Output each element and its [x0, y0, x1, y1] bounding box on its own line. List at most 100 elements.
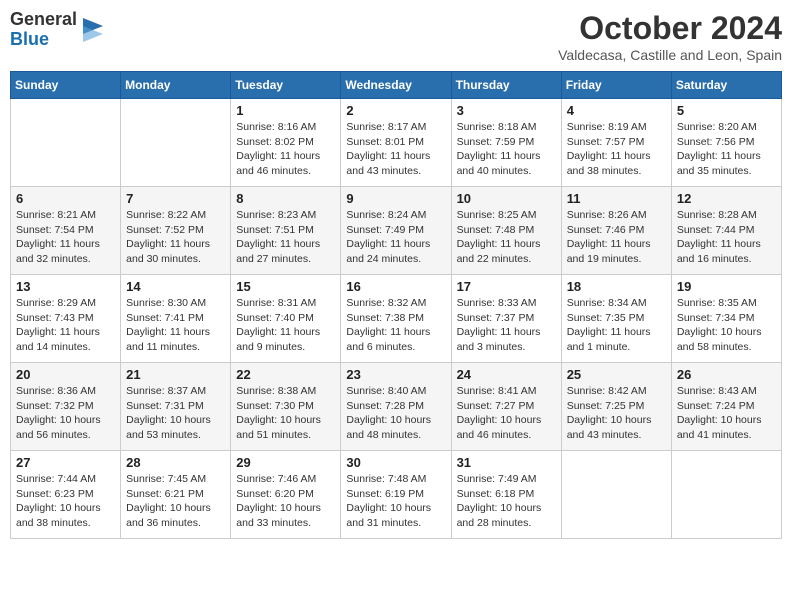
day-number: 14: [126, 279, 225, 294]
weekday-header: Monday: [121, 72, 231, 99]
page-header: General Blue October 2024 Valdecasa, Cas…: [10, 10, 782, 63]
month-title: October 2024: [558, 10, 782, 47]
day-number: 8: [236, 191, 335, 206]
calendar-cell: 16 Sunrise: 8:32 AMSunset: 7:38 PMDayligh…: [341, 275, 451, 363]
calendar-cell: 6Sunrise: 8:21 AMSunset: 7:54 PMDaylight…: [11, 187, 121, 275]
day-info: Sunrise: 8:26 AMSunset: 7:46 PMDaylight:…: [567, 208, 666, 267]
calendar-week-row: 6Sunrise: 8:21 AMSunset: 7:54 PMDaylight…: [11, 187, 782, 275]
calendar-cell: 19 Sunrise: 8:35 AMSunset: 7:34 PMDayligh…: [671, 275, 781, 363]
calendar-cell: 25Sunrise: 8:42 AMSunset: 7:25 PMDayligh…: [561, 363, 671, 451]
calendar-cell: 12 Sunrise: 8:28 AMSunset: 7:44 PMDayligh…: [671, 187, 781, 275]
calendar-cell: 24 Sunrise: 8:41 AMSunset: 7:27 PMDayligh…: [451, 363, 561, 451]
calendar-cell: 3Sunrise: 8:18 AMSunset: 7:59 PMDaylight…: [451, 99, 561, 187]
day-info: Sunrise: 8:40 AMSunset: 7:28 PMDaylight:…: [346, 384, 445, 443]
calendar-cell: 7 Sunrise: 8:22 AMSunset: 7:52 PMDaylight…: [121, 187, 231, 275]
calendar-cell: 30 Sunrise: 7:48 AMSunset: 6:19 PMDayligh…: [341, 451, 451, 539]
day-info: Sunrise: 7:49 AMSunset: 6:18 PMDaylight:…: [457, 472, 556, 531]
day-info: Sunrise: 7:48 AMSunset: 6:19 PMDaylight:…: [346, 472, 445, 531]
calendar-week-row: 20Sunrise: 8:36 AMSunset: 7:32 PMDayligh…: [11, 363, 782, 451]
calendar-cell: 15Sunrise: 8:31 AMSunset: 7:40 PMDayligh…: [231, 275, 341, 363]
day-info: Sunrise: 7:45 AMSunset: 6:21 PMDaylight:…: [126, 472, 225, 531]
calendar-cell: 5Sunrise: 8:20 AMSunset: 7:56 PMDaylight…: [671, 99, 781, 187]
day-info: Sunrise: 8:32 AMSunset: 7:38 PMDaylight:…: [346, 296, 445, 355]
day-info: Sunrise: 8:18 AMSunset: 7:59 PMDaylight:…: [457, 120, 556, 179]
day-number: 2: [346, 103, 445, 118]
day-info: Sunrise: 8:29 AMSunset: 7:43 PMDaylight:…: [16, 296, 115, 355]
weekday-header: Saturday: [671, 72, 781, 99]
day-info: Sunrise: 8:35 AMSunset: 7:34 PMDaylight:…: [677, 296, 776, 355]
day-number: 9: [346, 191, 445, 206]
day-info: Sunrise: 8:24 AMSunset: 7:49 PMDaylight:…: [346, 208, 445, 267]
day-number: 27: [16, 455, 115, 470]
title-area: October 2024 Valdecasa, Castille and Leo…: [558, 10, 782, 63]
calendar-cell: [11, 99, 121, 187]
calendar-week-row: 1 Sunrise: 8:16 AMSunset: 8:02 PMDaylight…: [11, 99, 782, 187]
day-info: Sunrise: 8:20 AMSunset: 7:56 PMDaylight:…: [677, 120, 776, 179]
day-info: Sunrise: 8:17 AMSunset: 8:01 PMDaylight:…: [346, 120, 445, 179]
calendar-cell: 17 Sunrise: 8:33 AMSunset: 7:37 PMDayligh…: [451, 275, 561, 363]
day-number: 16: [346, 279, 445, 294]
calendar-cell: 21Sunrise: 8:37 AMSunset: 7:31 PMDayligh…: [121, 363, 231, 451]
calendar-cell: 28Sunrise: 7:45 AMSunset: 6:21 PMDayligh…: [121, 451, 231, 539]
day-number: 29: [236, 455, 335, 470]
weekday-header-row: SundayMondayTuesdayWednesdayThursdayFrid…: [11, 72, 782, 99]
weekday-header: Wednesday: [341, 72, 451, 99]
calendar-cell: 22 Sunrise: 8:38 AMSunset: 7:30 PMDayligh…: [231, 363, 341, 451]
day-number: 21: [126, 367, 225, 382]
calendar-cell: 4 Sunrise: 8:19 AMSunset: 7:57 PMDaylight…: [561, 99, 671, 187]
day-number: 18: [567, 279, 666, 294]
calendar-cell: 10 Sunrise: 8:25 AMSunset: 7:48 PMDayligh…: [451, 187, 561, 275]
day-info: Sunrise: 8:36 AMSunset: 7:32 PMDaylight:…: [16, 384, 115, 443]
day-info: Sunrise: 7:44 AMSunset: 6:23 PMDaylight:…: [16, 472, 115, 531]
day-number: 11: [567, 191, 666, 206]
day-number: 13: [16, 279, 115, 294]
weekday-header: Tuesday: [231, 72, 341, 99]
day-info: Sunrise: 8:25 AMSunset: 7:48 PMDaylight:…: [457, 208, 556, 267]
day-info: Sunrise: 8:23 AMSunset: 7:51 PMDaylight:…: [236, 208, 335, 267]
logo: General Blue: [10, 10, 105, 50]
logo-flag-icon: [81, 16, 105, 44]
day-info: Sunrise: 8:30 AMSunset: 7:41 PMDaylight:…: [126, 296, 225, 355]
day-number: 10: [457, 191, 556, 206]
logo-blue-text: Blue: [10, 30, 77, 50]
day-number: 26: [677, 367, 776, 382]
day-number: 25: [567, 367, 666, 382]
day-number: 7: [126, 191, 225, 206]
day-info: Sunrise: 8:38 AMSunset: 7:30 PMDaylight:…: [236, 384, 335, 443]
logo-general-text: General: [10, 10, 77, 30]
day-info: Sunrise: 8:43 AMSunset: 7:24 PMDaylight:…: [677, 384, 776, 443]
day-number: 24: [457, 367, 556, 382]
day-info: Sunrise: 8:33 AMSunset: 7:37 PMDaylight:…: [457, 296, 556, 355]
day-info: Sunrise: 8:22 AMSunset: 7:52 PMDaylight:…: [126, 208, 225, 267]
day-number: 22: [236, 367, 335, 382]
day-number: 19: [677, 279, 776, 294]
day-number: 4: [567, 103, 666, 118]
calendar-cell: [121, 99, 231, 187]
day-number: 6: [16, 191, 115, 206]
calendar-cell: [561, 451, 671, 539]
calendar-table: SundayMondayTuesdayWednesdayThursdayFrid…: [10, 71, 782, 539]
calendar-cell: 20Sunrise: 8:36 AMSunset: 7:32 PMDayligh…: [11, 363, 121, 451]
calendar-cell: 29Sunrise: 7:46 AMSunset: 6:20 PMDayligh…: [231, 451, 341, 539]
calendar-cell: 11 Sunrise: 8:26 AMSunset: 7:46 PMDayligh…: [561, 187, 671, 275]
calendar-cell: 23Sunrise: 8:40 AMSunset: 7:28 PMDayligh…: [341, 363, 451, 451]
day-info: Sunrise: 8:41 AMSunset: 7:27 PMDaylight:…: [457, 384, 556, 443]
day-info: Sunrise: 8:16 AMSunset: 8:02 PMDaylight:…: [236, 120, 335, 179]
day-number: 31: [457, 455, 556, 470]
day-info: Sunrise: 8:28 AMSunset: 7:44 PMDaylight:…: [677, 208, 776, 267]
weekday-header: Thursday: [451, 72, 561, 99]
day-number: 1: [236, 103, 335, 118]
weekday-header: Sunday: [11, 72, 121, 99]
day-number: 17: [457, 279, 556, 294]
day-info: Sunrise: 8:34 AMSunset: 7:35 PMDaylight:…: [567, 296, 666, 355]
calendar-cell: [671, 451, 781, 539]
day-number: 30: [346, 455, 445, 470]
calendar-cell: 14 Sunrise: 8:30 AMSunset: 7:41 PMDayligh…: [121, 275, 231, 363]
day-info: Sunrise: 8:19 AMSunset: 7:57 PMDaylight:…: [567, 120, 666, 179]
calendar-cell: 27 Sunrise: 7:44 AMSunset: 6:23 PMDayligh…: [11, 451, 121, 539]
day-number: 12: [677, 191, 776, 206]
calendar-cell: 8 Sunrise: 8:23 AMSunset: 7:51 PMDaylight…: [231, 187, 341, 275]
location-text: Valdecasa, Castille and Leon, Spain: [558, 47, 782, 63]
calendar-cell: 18 Sunrise: 8:34 AMSunset: 7:35 PMDayligh…: [561, 275, 671, 363]
calendar-cell: 31 Sunrise: 7:49 AMSunset: 6:18 PMDayligh…: [451, 451, 561, 539]
